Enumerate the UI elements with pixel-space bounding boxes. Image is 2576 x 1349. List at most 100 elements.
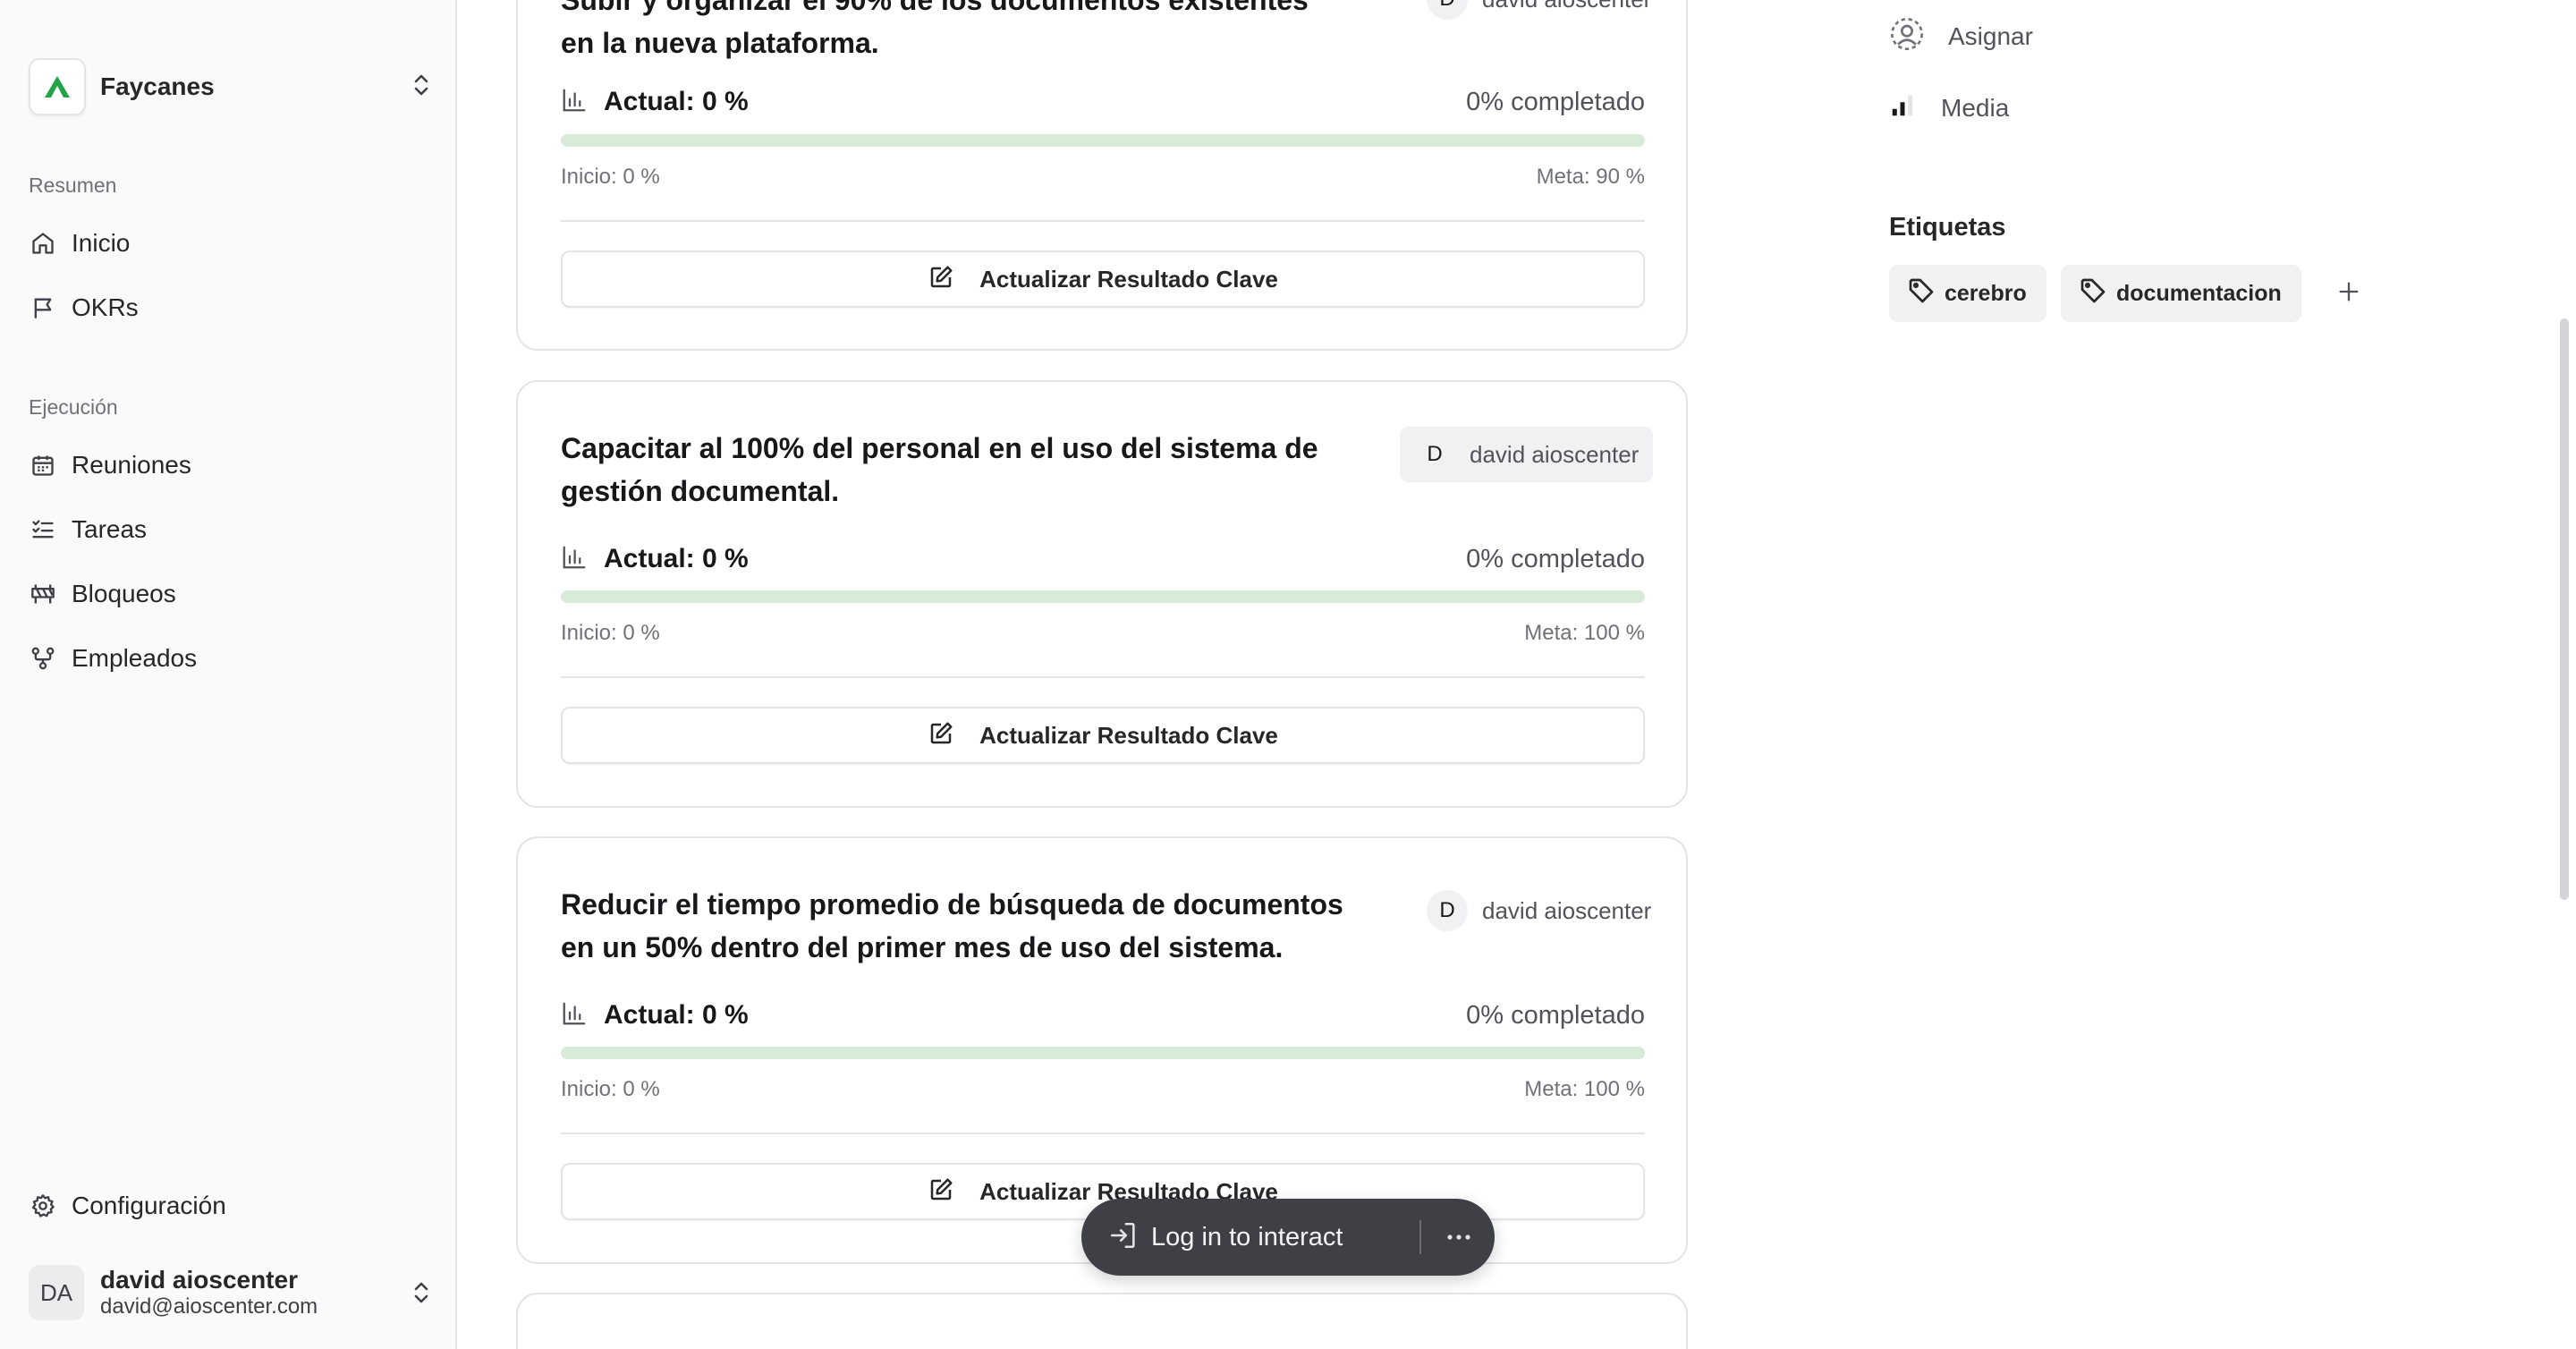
tag-icon — [2079, 276, 2107, 311]
owner-name: david aioscenter — [1482, 0, 1651, 13]
owner-avatar: D — [1427, 442, 1443, 466]
sidebar-item-label: Reuniones — [72, 451, 191, 479]
login-pill: Log in to interact — [1081, 1199, 1495, 1276]
key-result-card: Reducir el tiempo promedio de búsqueda d… — [516, 836, 1688, 1264]
tag-label: cerebro — [1945, 280, 2027, 306]
home-icon — [29, 229, 57, 258]
sidebar: Faycanes Resumen Inicio OKRs Ejecución R… — [0, 0, 457, 1349]
plus-icon — [2336, 279, 2361, 309]
sidebar-item-label: OKRs — [72, 293, 139, 321]
tags-heading: Etiquetas — [1889, 213, 2006, 242]
edit-icon — [928, 720, 954, 751]
workspace-name: Faycanes — [100, 72, 215, 100]
gear-icon — [29, 1192, 57, 1220]
tag-chip[interactable]: cerebro — [1889, 265, 2046, 322]
range-row: Inicio: 0 % Meta: 90 % — [561, 165, 1645, 190]
login-button[interactable]: Log in to interact — [1151, 1223, 1343, 1252]
actual-value: Actual: 0 % — [604, 544, 749, 573]
key-result-card — [516, 1293, 1688, 1349]
workspace-logo — [29, 58, 86, 115]
assign-owner-button[interactable]: Asignar — [1889, 16, 2033, 58]
progress-bar — [561, 134, 1645, 147]
divider — [561, 1133, 1645, 1134]
owner-name: david aioscenter — [1482, 896, 1652, 924]
priority-selector[interactable]: Media — [1889, 89, 2009, 127]
bar-chart-icon — [561, 544, 588, 575]
divider — [561, 676, 1645, 678]
target-value: Meta: 100 % — [1524, 621, 1645, 645]
start-value: Inicio: 0 % — [561, 165, 660, 189]
range-row: Inicio: 0 % Meta: 100 % — [561, 621, 1645, 646]
key-result-card: Subir y organizar el 90% de los document… — [516, 0, 1688, 351]
owner-avatar: D — [1427, 0, 1468, 20]
actual-row: Actual: 0 % 0% completado — [561, 997, 1645, 1033]
roadblock-icon — [29, 580, 57, 608]
avatar: DA — [29, 1265, 84, 1320]
progress-bar — [561, 1047, 1645, 1059]
range-row: Inicio: 0 % Meta: 100 % — [561, 1077, 1645, 1102]
owner-name: david aioscenter — [1470, 440, 1640, 468]
sidebar-item-bloqueos[interactable]: Bloqueos — [29, 569, 431, 619]
button-label: Actualizar Resultado Clave — [979, 265, 1278, 293]
update-key-result-button[interactable]: Actualizar Resultado Clave — [561, 707, 1645, 764]
tag-icon — [1907, 276, 1936, 311]
actual-value: Actual: 0 % — [604, 1000, 749, 1030]
nav-group-label-resumen: Resumen — [29, 174, 117, 197]
completion-label: 0% completado — [1466, 87, 1645, 116]
owner-chip[interactable]: D david aioscenter — [1400, 427, 1654, 482]
org-chart-icon — [29, 644, 57, 673]
actual-row: Actual: 0 % 0% completado — [561, 84, 1645, 120]
key-result-title: Capacitar al 100% del personal en el uso… — [561, 432, 1318, 507]
completion-label: 0% completado — [1466, 1000, 1645, 1030]
sidebar-item-reuniones[interactable]: Reuniones — [29, 440, 431, 490]
sidebar-item-label: Configuración — [72, 1192, 226, 1219]
sidebar-item-label: Tareas — [72, 515, 148, 543]
key-result-title: Subir y organizar el 90% de los document… — [561, 0, 1309, 59]
assign-label: Asignar — [1948, 22, 2033, 50]
sidebar-item-label: Inicio — [72, 229, 131, 257]
priority-label: Media — [1941, 94, 2010, 122]
progress-bar — [561, 590, 1645, 603]
bar-chart-icon — [561, 87, 588, 118]
owner-avatar: D — [1427, 890, 1468, 931]
start-value: Inicio: 0 % — [561, 1077, 660, 1101]
flag-icon — [29, 293, 57, 322]
owner-chip[interactable]: D david aioscenter — [1412, 0, 1665, 27]
more-options-icon[interactable] — [1443, 1222, 1475, 1252]
chevrons-up-down-icon — [410, 1279, 433, 1311]
tag-chip[interactable]: documentacion — [2061, 265, 2301, 322]
divider — [561, 220, 1645, 222]
add-tag-button[interactable] — [2333, 277, 2365, 310]
sidebar-item-configuracion[interactable]: Configuración — [29, 1181, 431, 1231]
button-label: Actualizar Resultado Clave — [979, 721, 1278, 749]
user-email: david@aioscenter.com — [100, 1294, 318, 1319]
completion-label: 0% completado — [1466, 544, 1645, 573]
nav-group-label-ejecucion: Ejecución — [29, 395, 118, 419]
scrollbar[interactable] — [2560, 318, 2569, 900]
target-value: Meta: 90 % — [1536, 165, 1645, 189]
chevrons-up-down-icon — [410, 72, 433, 103]
sidebar-item-empleados[interactable]: Empleados — [29, 633, 431, 683]
bar-chart-icon — [561, 1000, 588, 1031]
sidebar-item-tareas[interactable]: Tareas — [29, 505, 431, 555]
edit-icon — [928, 264, 954, 295]
owner-chip[interactable]: D david aioscenter — [1412, 883, 1665, 938]
user-name: david aioscenter — [100, 1265, 298, 1294]
sidebar-item-inicio[interactable]: Inicio — [29, 218, 431, 268]
workspace-switcher[interactable]: Faycanes — [29, 55, 433, 118]
log-in-icon — [1108, 1220, 1139, 1255]
target-value: Meta: 100 % — [1524, 1077, 1645, 1101]
sidebar-item-label: Empleados — [72, 644, 198, 672]
signal-medium-icon — [1889, 92, 1916, 125]
key-result-card: Capacitar al 100% del personal en el uso… — [516, 380, 1688, 808]
tag-label: documentacion — [2116, 280, 2282, 306]
actual-row: Actual: 0 % 0% completado — [561, 541, 1645, 577]
sidebar-item-okrs[interactable]: OKRs — [29, 283, 431, 333]
user-circle-icon — [1889, 16, 1925, 58]
key-result-title: Reducir el tiempo promedio de búsqueda d… — [561, 888, 1343, 963]
user-menu[interactable]: DA david aioscenter david@aioscenter.com — [29, 1263, 433, 1322]
edit-icon — [928, 1176, 954, 1208]
calendar-icon — [29, 451, 57, 479]
update-key-result-button[interactable]: Actualizar Resultado Clave — [561, 250, 1645, 308]
list-checks-icon — [29, 515, 57, 544]
